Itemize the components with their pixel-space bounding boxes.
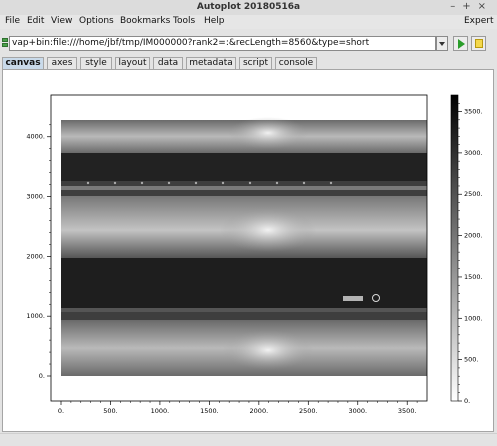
x-tick-label: 3000. — [348, 407, 367, 415]
menu-bar: File Edit View Options Bookmarks Tools H… — [0, 15, 497, 29]
tab-axes[interactable]: axes — [47, 57, 77, 69]
heatmap-image — [61, 117, 427, 376]
maximize-icon[interactable]: + — [462, 1, 477, 12]
close-icon[interactable]: × — [478, 1, 493, 12]
y-tick-label: 1000. — [26, 312, 45, 320]
menu-view[interactable]: View — [51, 16, 72, 26]
tab-console[interactable]: console — [275, 57, 317, 69]
title-bar: Autoplot 20180516a –+× — [0, 0, 497, 16]
canvas-panel: 0. 500. 1000. 1500. 2000. 2500. 3000. 3500. 0. 1… — [2, 69, 494, 432]
colorbar-tick-label: 1500. — [464, 273, 483, 281]
x-tick-label: 1500. — [200, 407, 219, 415]
y-tick-label: 0. — [39, 372, 45, 380]
menu-file[interactable]: File — [5, 16, 20, 26]
y-tick-label: 2000. — [26, 252, 45, 260]
x-tick-label: 2000. — [250, 407, 269, 415]
window-controls: –+× — [450, 1, 493, 12]
y-tick-label: 3000. — [26, 193, 45, 201]
colorbar-tick-label: 3000. — [464, 149, 483, 157]
plot-go-button[interactable] — [453, 36, 468, 51]
address-bar: vap+bin:file:///home/jbf/tmp/IM000000?ra… — [0, 35, 497, 53]
x-axis: 0. 500. 1000. 1500. 2000. 2500. 3000. 3500. — [58, 401, 418, 415]
colorbar-tick-label: 2000. — [464, 232, 483, 240]
window-title: Autoplot 20180516a — [196, 2, 301, 12]
x-tick-label: 500. — [103, 407, 117, 415]
colorbar-tick-label: 2500. — [464, 190, 483, 198]
minimize-icon[interactable]: – — [450, 1, 462, 12]
y-tick-label: 4000. — [26, 133, 45, 141]
tab-script[interactable]: script — [239, 57, 272, 69]
x-tick-label: 1000. — [151, 407, 170, 415]
menu-bookmarks[interactable]: Bookmarks — [120, 16, 170, 26]
tab-style[interactable]: style — [80, 57, 112, 69]
x-tick-label: 3500. — [398, 407, 417, 415]
menu-help[interactable]: Help — [204, 16, 225, 26]
colorbar[interactable] — [450, 94, 459, 402]
colorbar-tick-label: 500. — [464, 356, 478, 364]
plot-canvas[interactable]: 0. 500. 1000. 1500. 2000. 2500. 3000. 3500. 0. 1… — [3, 70, 493, 431]
data-source-icon — [2, 38, 8, 48]
app-window: Autoplot 20180516a –+× File Edit View Op… — [0, 0, 497, 446]
tab-metadata[interactable]: metadata — [186, 57, 236, 69]
colorbar-tick-label: 0. — [464, 397, 470, 405]
status-bar — [0, 433, 497, 446]
colorbar-tick-label: 1000. — [464, 314, 483, 322]
menu-expert[interactable]: Expert — [464, 16, 494, 26]
url-history-dropdown[interactable] — [436, 36, 448, 51]
tab-data[interactable]: data — [153, 57, 183, 69]
tab-layout[interactable]: layout — [115, 57, 150, 69]
menu-edit[interactable]: Edit — [27, 16, 44, 26]
x-tick-label: 0. — [58, 407, 64, 415]
menu-tools[interactable]: Tools — [173, 16, 195, 26]
colorbar-tick-label: 3500. — [464, 108, 483, 116]
y-axis: 0. 1000. 2000. 3000. 4000. — [26, 124, 51, 380]
x-tick-label: 2500. — [299, 407, 318, 415]
bookmark-button[interactable] — [471, 36, 486, 51]
menu-options[interactable]: Options — [79, 16, 114, 26]
url-input[interactable]: vap+bin:file:///home/jbf/tmp/IM000000?ra… — [9, 36, 436, 51]
bookmark-icon — [475, 39, 483, 48]
colorbar-axis: 0. 500. 1000. 1500. 2000. 2500. 3000. 3500. — [458, 103, 483, 405]
